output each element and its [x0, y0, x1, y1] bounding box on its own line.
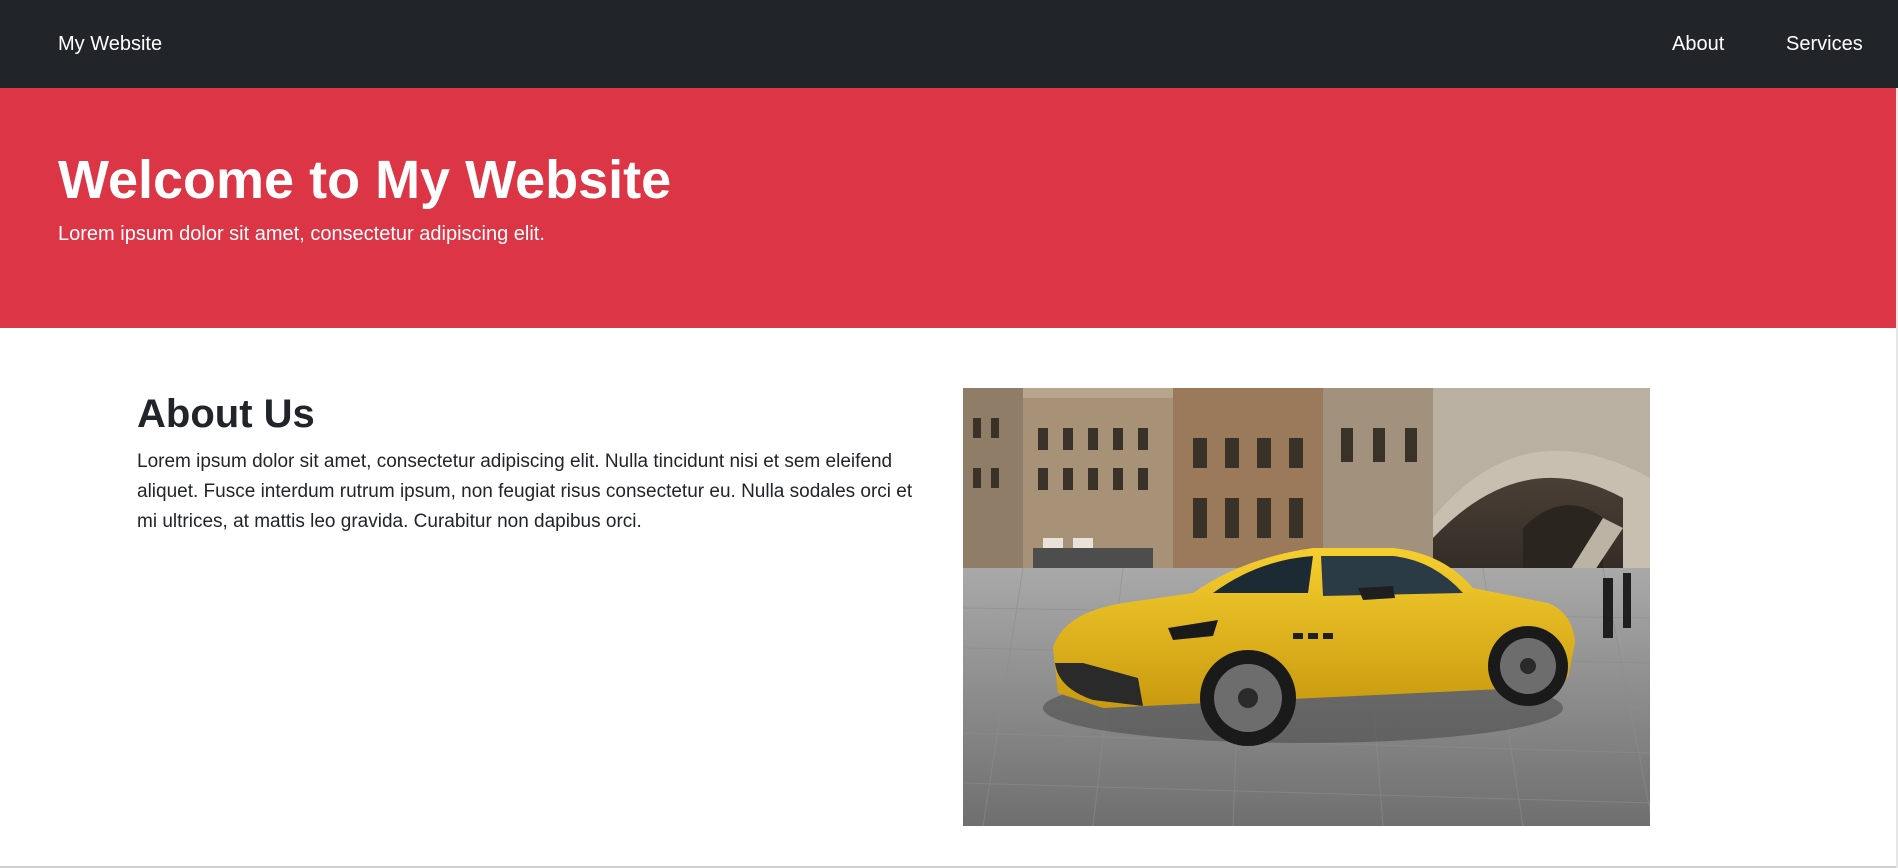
car-photo	[963, 388, 1650, 826]
about-image	[963, 388, 1650, 826]
nav-link-about[interactable]: About	[1672, 30, 1724, 58]
hero-title: Welcome to My Website	[58, 150, 672, 210]
navbar: My Website About Services	[0, 0, 1898, 88]
about-text: Lorem ipsum dolor sit amet, consectetur …	[137, 451, 913, 532]
page: My Website About Services Welcome to My …	[0, 0, 1898, 868]
hero-subtitle: Lorem ipsum dolor sit amet, consectetur …	[58, 223, 545, 245]
nav-link-services[interactable]: Services	[1786, 30, 1863, 58]
hero-banner: Welcome to My Website Lorem ipsum dolor …	[0, 88, 1898, 328]
brand-link[interactable]: My Website	[58, 30, 162, 58]
about-title: About Us	[137, 392, 315, 436]
